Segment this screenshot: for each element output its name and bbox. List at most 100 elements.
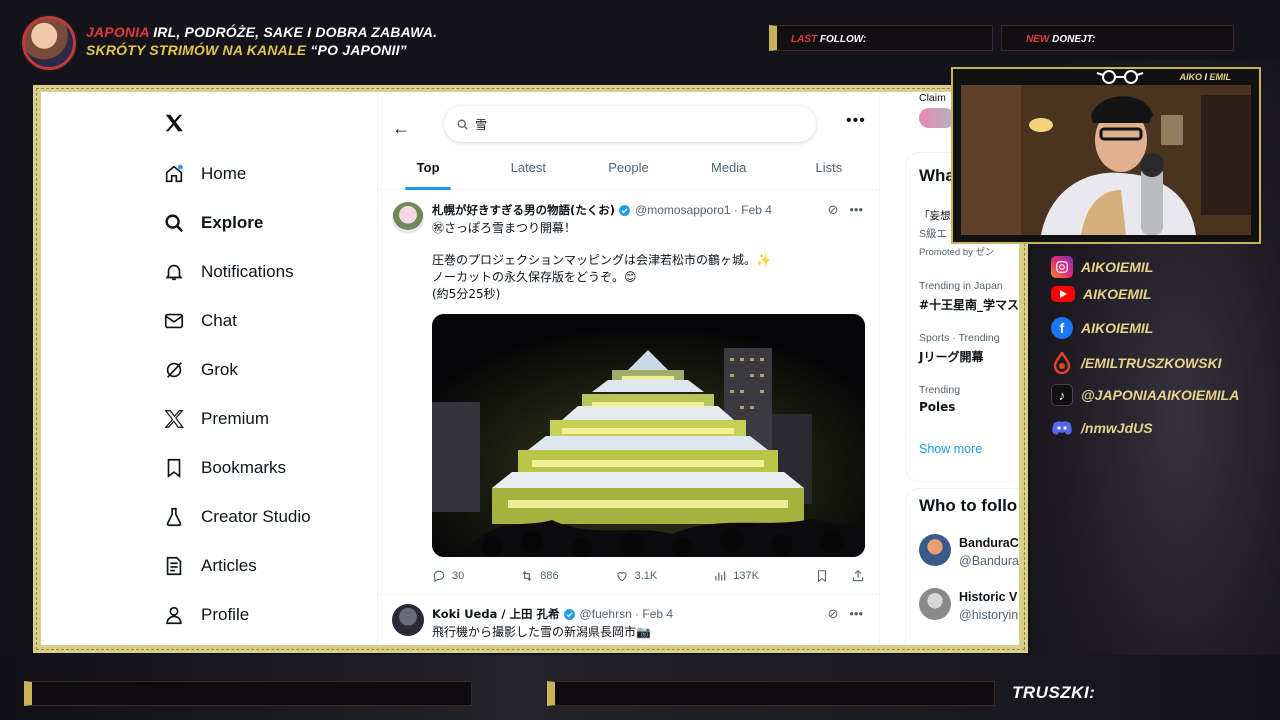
tweet-top-icons: ⊘ ••• bbox=[828, 606, 863, 622]
view-count: 137K bbox=[733, 570, 759, 582]
sidebar-item-notifications[interactable]: Notifications bbox=[163, 254, 294, 290]
trend-meta: Trending in Japan bbox=[919, 280, 1003, 292]
social-handle: AIKOEMIL bbox=[1083, 286, 1152, 302]
tab-top[interactable]: Top bbox=[378, 152, 478, 189]
mail-icon bbox=[164, 313, 184, 329]
sidebar-item-grok[interactable]: Grok bbox=[163, 352, 238, 388]
back-arrow-icon[interactable]: ← bbox=[392, 118, 410, 139]
grok-icon[interactable]: ⊘ bbox=[828, 606, 839, 621]
sidebar-item-premium[interactable]: Premium bbox=[163, 401, 269, 437]
search-input[interactable] bbox=[475, 117, 775, 131]
tweet-author-name[interactable]: Koki Ueda / 上田 孔希 bbox=[432, 606, 560, 622]
trend-name[interactable]: Poles bbox=[919, 400, 955, 414]
sidebar-item-explore[interactable]: Explore bbox=[163, 205, 263, 241]
sidebar-item-chat[interactable]: Chat bbox=[163, 303, 237, 339]
reply-button[interactable]: 30 bbox=[432, 569, 464, 583]
views-button[interactable]: 137K bbox=[713, 569, 759, 583]
sidebar-item-label: Bookmarks bbox=[201, 458, 287, 477]
tweet[interactable]: 札幌が好きすぎる男の物語(たくお) @momosapporo1 · Feb 4 … bbox=[378, 192, 879, 592]
follow-suggestion-name[interactable]: BanduraC bbox=[959, 536, 1019, 550]
tab-latest[interactable]: Latest bbox=[478, 152, 578, 189]
sidebar-item-articles[interactable]: Articles bbox=[163, 548, 257, 584]
more-options-icon[interactable]: ••• bbox=[849, 606, 863, 621]
avatar[interactable] bbox=[919, 534, 951, 566]
avatar[interactable] bbox=[392, 202, 424, 234]
sidebar-item-profile[interactable]: Profile bbox=[163, 597, 249, 633]
top-partial-text: Claim bbox=[919, 92, 946, 104]
more-options-icon[interactable]: ••• bbox=[846, 112, 866, 130]
tweet-actions: 30 886 3.1K 137K bbox=[432, 569, 865, 583]
tab-lists[interactable]: Lists bbox=[779, 152, 879, 189]
tweet-header: 札幌が好きすぎる男の物語(たくお) @momosapporo1 · Feb 4 bbox=[432, 202, 772, 218]
like-button[interactable]: 3.1K bbox=[615, 569, 657, 583]
tweet-handle-date: @fuehrsn · Feb 4 bbox=[579, 607, 674, 621]
verified-badge-icon bbox=[619, 204, 630, 216]
heart-icon bbox=[617, 572, 627, 582]
article-icon bbox=[166, 556, 182, 576]
sidebar-item-creator-studio[interactable]: Creator Studio bbox=[163, 499, 311, 535]
sidebar-item-bookmarks[interactable]: Bookmarks bbox=[163, 450, 286, 486]
sidebar-item-label: Notifications bbox=[201, 262, 294, 281]
follow-suggestion-name[interactable]: Historic V bbox=[959, 590, 1017, 604]
webcam-frame: AIKO I EMIL bbox=[951, 67, 1261, 244]
tweet-author-name[interactable]: 札幌が好きすぎる男の物語(たくお) bbox=[432, 202, 615, 218]
tiktok-icon: ♪ bbox=[1051, 384, 1073, 406]
social-patronite: /EMILTRUSZKOWSKI bbox=[1051, 352, 1222, 374]
channel-logo bbox=[22, 16, 76, 70]
avatar[interactable] bbox=[392, 604, 424, 636]
youtube-icon bbox=[1051, 286, 1075, 302]
social-discord: /nmwJdUS bbox=[1051, 417, 1153, 439]
discord-icon bbox=[1051, 417, 1073, 439]
bottom-ticker-box bbox=[547, 681, 995, 706]
share-icon[interactable] bbox=[851, 569, 865, 583]
x-logo-icon[interactable] bbox=[163, 112, 185, 134]
views-icon bbox=[715, 571, 726, 581]
bookmark-icon bbox=[167, 458, 181, 478]
repost-button[interactable]: 886 bbox=[520, 569, 559, 583]
sidebar-item-label: Home bbox=[201, 164, 247, 183]
reply-icon bbox=[433, 570, 445, 583]
show-more-link[interactable]: Show more bbox=[919, 442, 982, 456]
tab-media[interactable]: Media bbox=[679, 152, 779, 189]
sidebar-item-label: Creator Studio bbox=[201, 507, 311, 526]
flask-icon bbox=[166, 507, 182, 527]
tab-people[interactable]: People bbox=[578, 152, 678, 189]
trend-meta: Sports · Trending bbox=[919, 332, 1000, 344]
tweet[interactable]: Koki Ueda / 上田 孔希 @fuehrsn · Feb 4 ⊘ •••… bbox=[378, 594, 879, 645]
trend-name[interactable]: #十王星南_学マス bbox=[919, 296, 1019, 313]
promoted-label: Promoted by ゼン bbox=[919, 247, 995, 258]
social-instagram: AIKOIEMIL bbox=[1051, 256, 1153, 278]
castle-projection-image bbox=[432, 314, 865, 557]
promo-line1[interactable]: 「妄想 bbox=[919, 208, 951, 223]
search-box[interactable] bbox=[444, 106, 816, 142]
grok-icon bbox=[166, 362, 182, 378]
trend-name[interactable]: Jリーグ開幕 bbox=[919, 348, 983, 365]
bookmark-icon[interactable] bbox=[815, 569, 829, 583]
home-icon bbox=[165, 164, 183, 183]
follow-suggestion-handle: @historyin bbox=[959, 608, 1019, 622]
social-facebook: f AIKOIEMIL bbox=[1051, 317, 1153, 339]
social-handle: AIKOIEMIL bbox=[1081, 259, 1154, 275]
overlay-header-line2: SKRÓTY STRIMÓW NA KANALE “PO JAPONII” bbox=[86, 42, 407, 58]
trend-meta: Trending bbox=[919, 384, 961, 396]
grok-icon[interactable]: ⊘ bbox=[828, 202, 839, 217]
search-tabs: Top Latest People Media Lists bbox=[378, 152, 879, 190]
avatar[interactable] bbox=[919, 588, 951, 620]
sidebar-item-label: Profile bbox=[201, 605, 250, 624]
last-follow-box: LAST FOLLOW: bbox=[769, 25, 993, 51]
tweet-top-icons: ⊘ ••• bbox=[828, 202, 863, 218]
more-options-icon[interactable]: ••• bbox=[849, 202, 863, 217]
repost-count: 886 bbox=[540, 570, 559, 582]
tweet-video-thumbnail[interactable] bbox=[432, 314, 865, 557]
sidebar-item-label: Premium bbox=[201, 409, 270, 428]
bottom-ticker-box bbox=[24, 681, 472, 706]
social-handle: /nmwJdUS bbox=[1081, 420, 1153, 436]
sidebar-item-label: Grok bbox=[201, 360, 238, 379]
sidebar-item-home[interactable]: Home bbox=[163, 156, 246, 192]
social-handle: @JAPONIAAIKOIEMILA bbox=[1081, 387, 1240, 403]
promo-line2: S級エ bbox=[919, 228, 948, 240]
main-column: ← ••• Top Latest People Media Lists 札幌が好… bbox=[378, 92, 879, 645]
social-handle: AIKOIEMIL bbox=[1081, 320, 1154, 336]
reply-count: 30 bbox=[452, 570, 465, 582]
webcam-label: AIKO I EMIL bbox=[1179, 72, 1231, 82]
